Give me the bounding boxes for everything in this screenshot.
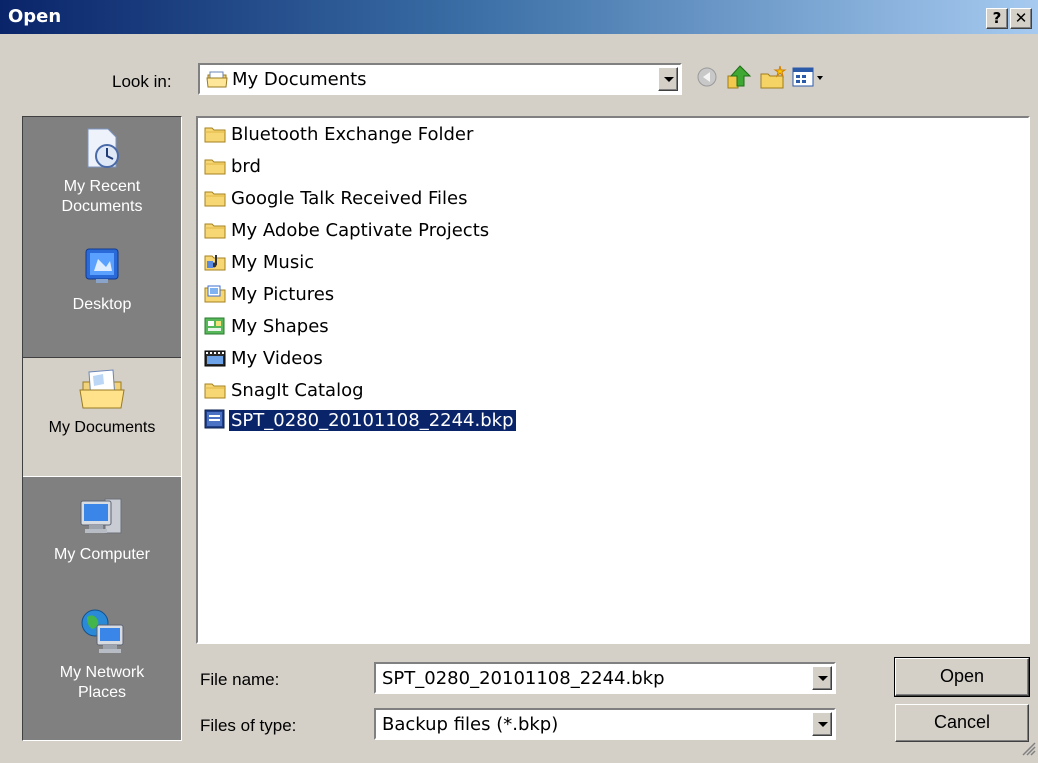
list-item-name: My Videos <box>231 348 323 369</box>
place-my-recent-documents[interactable]: My Recent Documents <box>23 125 181 217</box>
place-label: My Documents <box>48 419 156 436</box>
folder-icon <box>204 221 226 239</box>
folder-icon <box>204 157 226 175</box>
recent-documents-icon <box>87 128 119 168</box>
list-item[interactable]: My Shapes <box>204 314 331 339</box>
list-item-name: My Shapes <box>231 316 329 337</box>
help-button[interactable]: ? <box>986 8 1008 29</box>
back-icon[interactable] <box>694 64 720 95</box>
list-item-name: My Music <box>231 252 315 273</box>
look-in-label: Look in: <box>112 72 172 91</box>
my-documents-icon <box>206 69 228 94</box>
place-my-network-places[interactable]: My Network Places <box>23 607 181 703</box>
place-my-documents[interactable]: My Documents <box>23 357 181 477</box>
views-menu-icon[interactable] <box>790 64 830 95</box>
list-item[interactable]: My Adobe Captivate Projects <box>204 218 491 243</box>
look-in-dropdown-button[interactable] <box>658 67 678 91</box>
bkp-file-icon <box>204 409 226 429</box>
cancel-button[interactable]: Cancel <box>895 704 1029 742</box>
list-item-name: SPT_0280_20101108_2244.bkp <box>229 410 516 431</box>
close-button[interactable]: ✕ <box>1010 8 1032 29</box>
file-name-field[interactable]: SPT_0280_20101108_2244.bkp <box>374 662 836 694</box>
list-item-name: My Pictures <box>231 284 335 305</box>
folder-icon <box>204 125 226 143</box>
window-title: Open <box>8 6 62 27</box>
my-computer-icon <box>80 498 122 534</box>
place-label: My Computer <box>53 546 151 563</box>
music-folder-icon <box>204 253 226 271</box>
place-label: My Recent Documents <box>61 178 143 215</box>
list-item[interactable]: brd <box>204 154 263 179</box>
file-name-value: SPT_0280_20101108_2244.bkp <box>382 668 665 689</box>
file-list[interactable]: Bluetooth Exchange Folder brd Google Tal… <box>196 116 1030 644</box>
network-places-icon <box>81 609 124 653</box>
folder-icon <box>204 381 226 399</box>
file-type-label: Files of type: <box>200 716 297 735</box>
folder-icon <box>204 189 226 207</box>
list-item[interactable]: Bluetooth Exchange Folder <box>204 122 475 147</box>
list-item-name: Bluetooth Exchange Folder <box>231 124 474 145</box>
open-button[interactable]: Open <box>894 657 1030 697</box>
place-desktop[interactable]: Desktop <box>23 245 181 315</box>
pictures-folder-icon <box>204 285 226 303</box>
look-in-value: My Documents <box>232 69 367 90</box>
list-item[interactable]: SnagIt Catalog <box>204 378 366 403</box>
place-label: My Network Places <box>59 664 145 701</box>
list-item[interactable]: My Music <box>204 250 316 275</box>
list-item[interactable]: My Videos <box>204 346 325 371</box>
list-item-name: brd <box>231 156 261 177</box>
list-item-name: SnagIt Catalog <box>231 380 364 401</box>
list-item-selected[interactable]: SPT_0280_20101108_2244.bkp <box>204 408 516 433</box>
file-name-dropdown-button[interactable] <box>812 666 832 690</box>
desktop-icon <box>85 248 119 283</box>
list-item-name: My Adobe Captivate Projects <box>231 220 490 241</box>
list-item[interactable]: Google Talk Received Files <box>204 186 470 211</box>
shapes-folder-icon <box>204 317 226 335</box>
file-type-dropdown-button[interactable] <box>812 712 832 736</box>
file-name-label: File name: <box>200 670 280 689</box>
list-item-name: Google Talk Received Files <box>231 188 468 209</box>
new-folder-icon[interactable] <box>758 64 788 97</box>
list-item[interactable]: My Pictures <box>204 282 336 307</box>
file-type-select[interactable]: Backup files (*.bkp) <box>374 708 836 740</box>
places-bar: My Recent Documents Desktop My Documents … <box>22 116 182 741</box>
my-documents-icon <box>79 369 125 409</box>
look-in-combo[interactable]: My Documents <box>198 63 682 95</box>
file-type-value: Backup files (*.bkp) <box>382 714 559 735</box>
place-my-computer[interactable]: My Computer <box>23 493 181 565</box>
place-label: Desktop <box>72 296 132 313</box>
resize-grip-icon[interactable] <box>1020 740 1036 761</box>
videos-folder-icon <box>204 349 226 367</box>
title-bar: Open ? ✕ <box>0 0 1038 34</box>
up-folder-icon[interactable] <box>724 64 752 97</box>
